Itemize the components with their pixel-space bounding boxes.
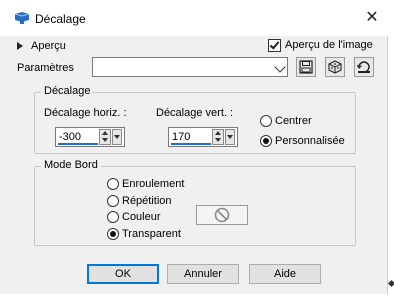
radio-wrap-label: Enroulement: [122, 178, 185, 190]
radio-selected-icon[interactable]: [107, 228, 119, 240]
randomize-button[interactable]: [325, 57, 345, 77]
horizontal-offset-spinner[interactable]: -300: [55, 127, 125, 147]
radio-custom[interactable]: Personnalisée: [260, 134, 345, 148]
window-title: Décalage: [35, 12, 86, 26]
image-preview-label: Aperçu de l'image: [285, 39, 373, 51]
radio-custom-label: Personnalisée: [275, 135, 345, 147]
reset-icon: [357, 61, 370, 73]
radio-icon[interactable]: [107, 211, 119, 223]
preview-toggle-label: Aperçu: [31, 40, 66, 52]
ok-button[interactable]: OK: [87, 264, 159, 284]
radio-wrap[interactable]: Enroulement: [107, 177, 184, 191]
radio-transparent[interactable]: Transparent: [107, 227, 181, 241]
presets-combobox[interactable]: [92, 57, 288, 77]
vertical-offset-label: Décalage vert. :: [156, 107, 234, 119]
reset-dice-icon: [328, 60, 342, 74]
radio-color[interactable]: Couleur: [107, 210, 161, 224]
spin-up-down-icon[interactable]: [212, 129, 224, 145]
radio-icon[interactable]: [260, 115, 272, 127]
vertical-offset-value[interactable]: 170: [172, 131, 190, 143]
expand-arrow-icon[interactable]: [17, 42, 23, 50]
reset-defaults-button[interactable]: [354, 57, 374, 77]
spin-dropdown-icon[interactable]: [112, 129, 122, 145]
radio-icon[interactable]: [107, 195, 119, 207]
chevron-down-icon[interactable]: [274, 61, 286, 73]
save-preset-button[interactable]: [296, 57, 316, 77]
color-swatch[interactable]: [196, 205, 248, 225]
cancel-button[interactable]: Annuler: [167, 264, 239, 284]
spin-up-down-icon[interactable]: [99, 129, 111, 145]
horizontal-offset-label: Décalage horiz. :: [44, 107, 127, 119]
save-icon: [299, 60, 313, 74]
title-bar[interactable]: Décalage ✕: [0, 0, 388, 36]
preview-toggle[interactable]: Aperçu: [17, 38, 66, 54]
image-preview-checkbox[interactable]: Aperçu de l'image: [268, 37, 373, 53]
radio-center[interactable]: Centrer: [260, 114, 312, 128]
vertical-offset-spinner[interactable]: 170: [168, 127, 238, 147]
offset-group-title: Décalage: [41, 85, 94, 97]
radio-selected-icon[interactable]: [260, 135, 272, 147]
offset-dialog: Décalage ✕ Aperçu Aperçu de l'image Para…: [0, 0, 388, 294]
close-icon[interactable]: ✕: [362, 9, 382, 29]
horizontal-offset-value[interactable]: -300: [59, 131, 81, 143]
radio-icon[interactable]: [107, 178, 119, 190]
cursor-marker-icon: [387, 279, 394, 288]
app-icon: [14, 11, 30, 24]
checkbox-icon[interactable]: [268, 38, 281, 52]
spin-dropdown-icon[interactable]: [225, 129, 235, 145]
presets-label: Paramètres: [17, 62, 74, 74]
no-color-icon: [214, 207, 230, 223]
radio-color-label: Couleur: [122, 211, 161, 223]
radio-repeat-label: Répétition: [122, 195, 172, 207]
help-button[interactable]: Aide: [249, 264, 321, 284]
edge-mode-group: Mode Bord: [34, 159, 356, 246]
radio-repeat[interactable]: Répétition: [107, 194, 172, 208]
edge-mode-group-title: Mode Bord: [41, 159, 101, 171]
radio-transparent-label: Transparent: [122, 228, 181, 240]
radio-center-label: Centrer: [275, 115, 312, 127]
